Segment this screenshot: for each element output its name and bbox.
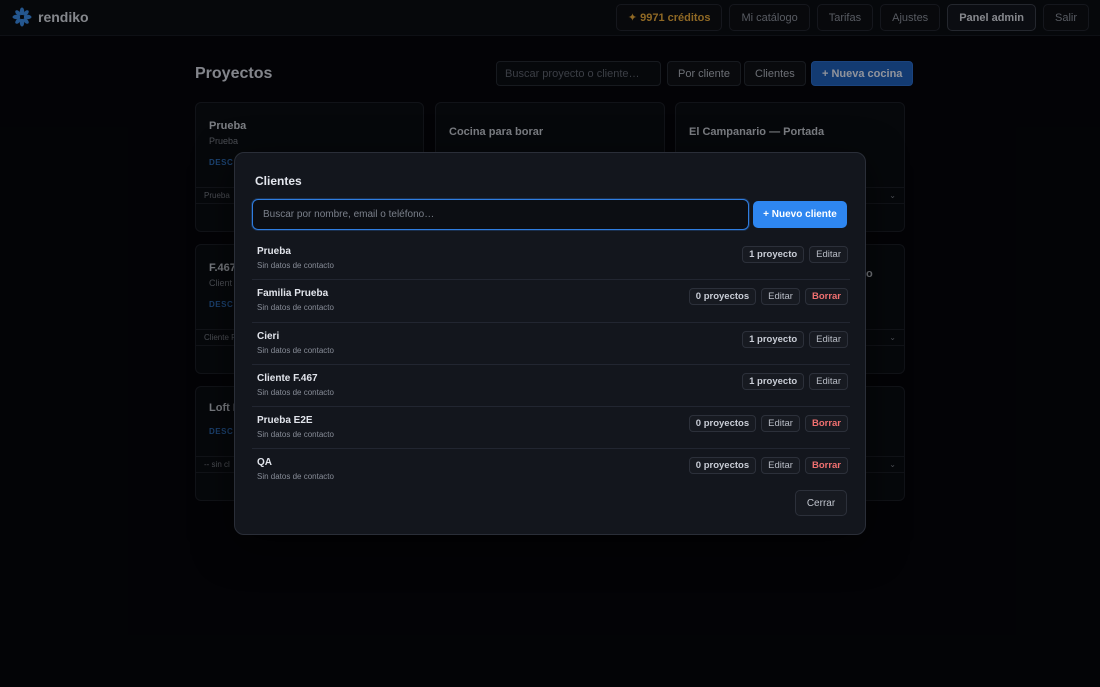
clients-modal: Clientes + Nuevo cliente Prueba Sin dato… <box>234 152 866 535</box>
client-contact: Sin datos de contacto <box>257 472 334 482</box>
project-count-button[interactable]: 0 proyectos <box>688 288 757 306</box>
project-count-button[interactable]: 1 proyecto <box>742 246 805 263</box>
close-button[interactable]: Cerrar <box>795 490 847 516</box>
edit-button[interactable]: Editar <box>809 246 848 263</box>
client-contact: Sin datos de contacto <box>257 345 334 355</box>
project-count-button[interactable]: 1 proyecto <box>742 372 805 390</box>
new-client-button[interactable]: + Nuevo cliente <box>753 201 847 228</box>
client-name: QA <box>257 457 272 469</box>
client-name: Prueba E2E <box>257 415 313 427</box>
client-list: Prueba Sin datos de contacto 1 proyecto … <box>252 238 850 492</box>
delete-button[interactable]: Borrar <box>804 457 848 475</box>
edit-button[interactable]: Editar <box>809 330 848 348</box>
client-row: Familia Prueba Sin datos de contacto 0 p… <box>252 280 850 323</box>
client-contact: Sin datos de contacto <box>257 430 334 440</box>
project-count-button[interactable]: 0 proyectos <box>688 457 757 475</box>
edit-button[interactable]: Editar <box>761 415 800 433</box>
client-contact: Sin datos de contacto <box>257 387 334 397</box>
client-name: Prueba <box>257 246 291 257</box>
client-name: Cieri <box>257 330 280 342</box>
edit-button[interactable]: Editar <box>809 372 848 390</box>
edit-button[interactable]: Editar <box>761 457 800 475</box>
client-row: Cieri Sin datos de contacto 1 proyecto E… <box>252 323 850 365</box>
client-name: Cliente F.467 <box>257 372 318 384</box>
delete-button[interactable]: Borrar <box>804 288 848 306</box>
project-count-button[interactable]: 0 proyectos <box>688 415 757 433</box>
client-search-input[interactable] <box>252 199 749 230</box>
client-row: Prueba E2E Sin datos de contacto 0 proye… <box>252 407 850 450</box>
modal-title: Clientes <box>255 174 302 188</box>
edit-button[interactable]: Editar <box>761 288 800 306</box>
project-count-button[interactable]: 1 proyecto <box>742 330 805 348</box>
delete-button[interactable]: Borrar <box>804 415 848 433</box>
client-row: QA Sin datos de contacto 0 proyectos Edi… <box>252 449 850 491</box>
client-row: Cliente F.467 Sin datos de contacto 1 pr… <box>252 365 850 408</box>
client-name: Familia Prueba <box>257 288 329 300</box>
client-row: Prueba Sin datos de contacto 1 proyecto … <box>252 238 850 281</box>
client-contact: Sin datos de contacto <box>257 303 334 313</box>
client-contact: Sin datos de contacto <box>257 261 334 270</box>
